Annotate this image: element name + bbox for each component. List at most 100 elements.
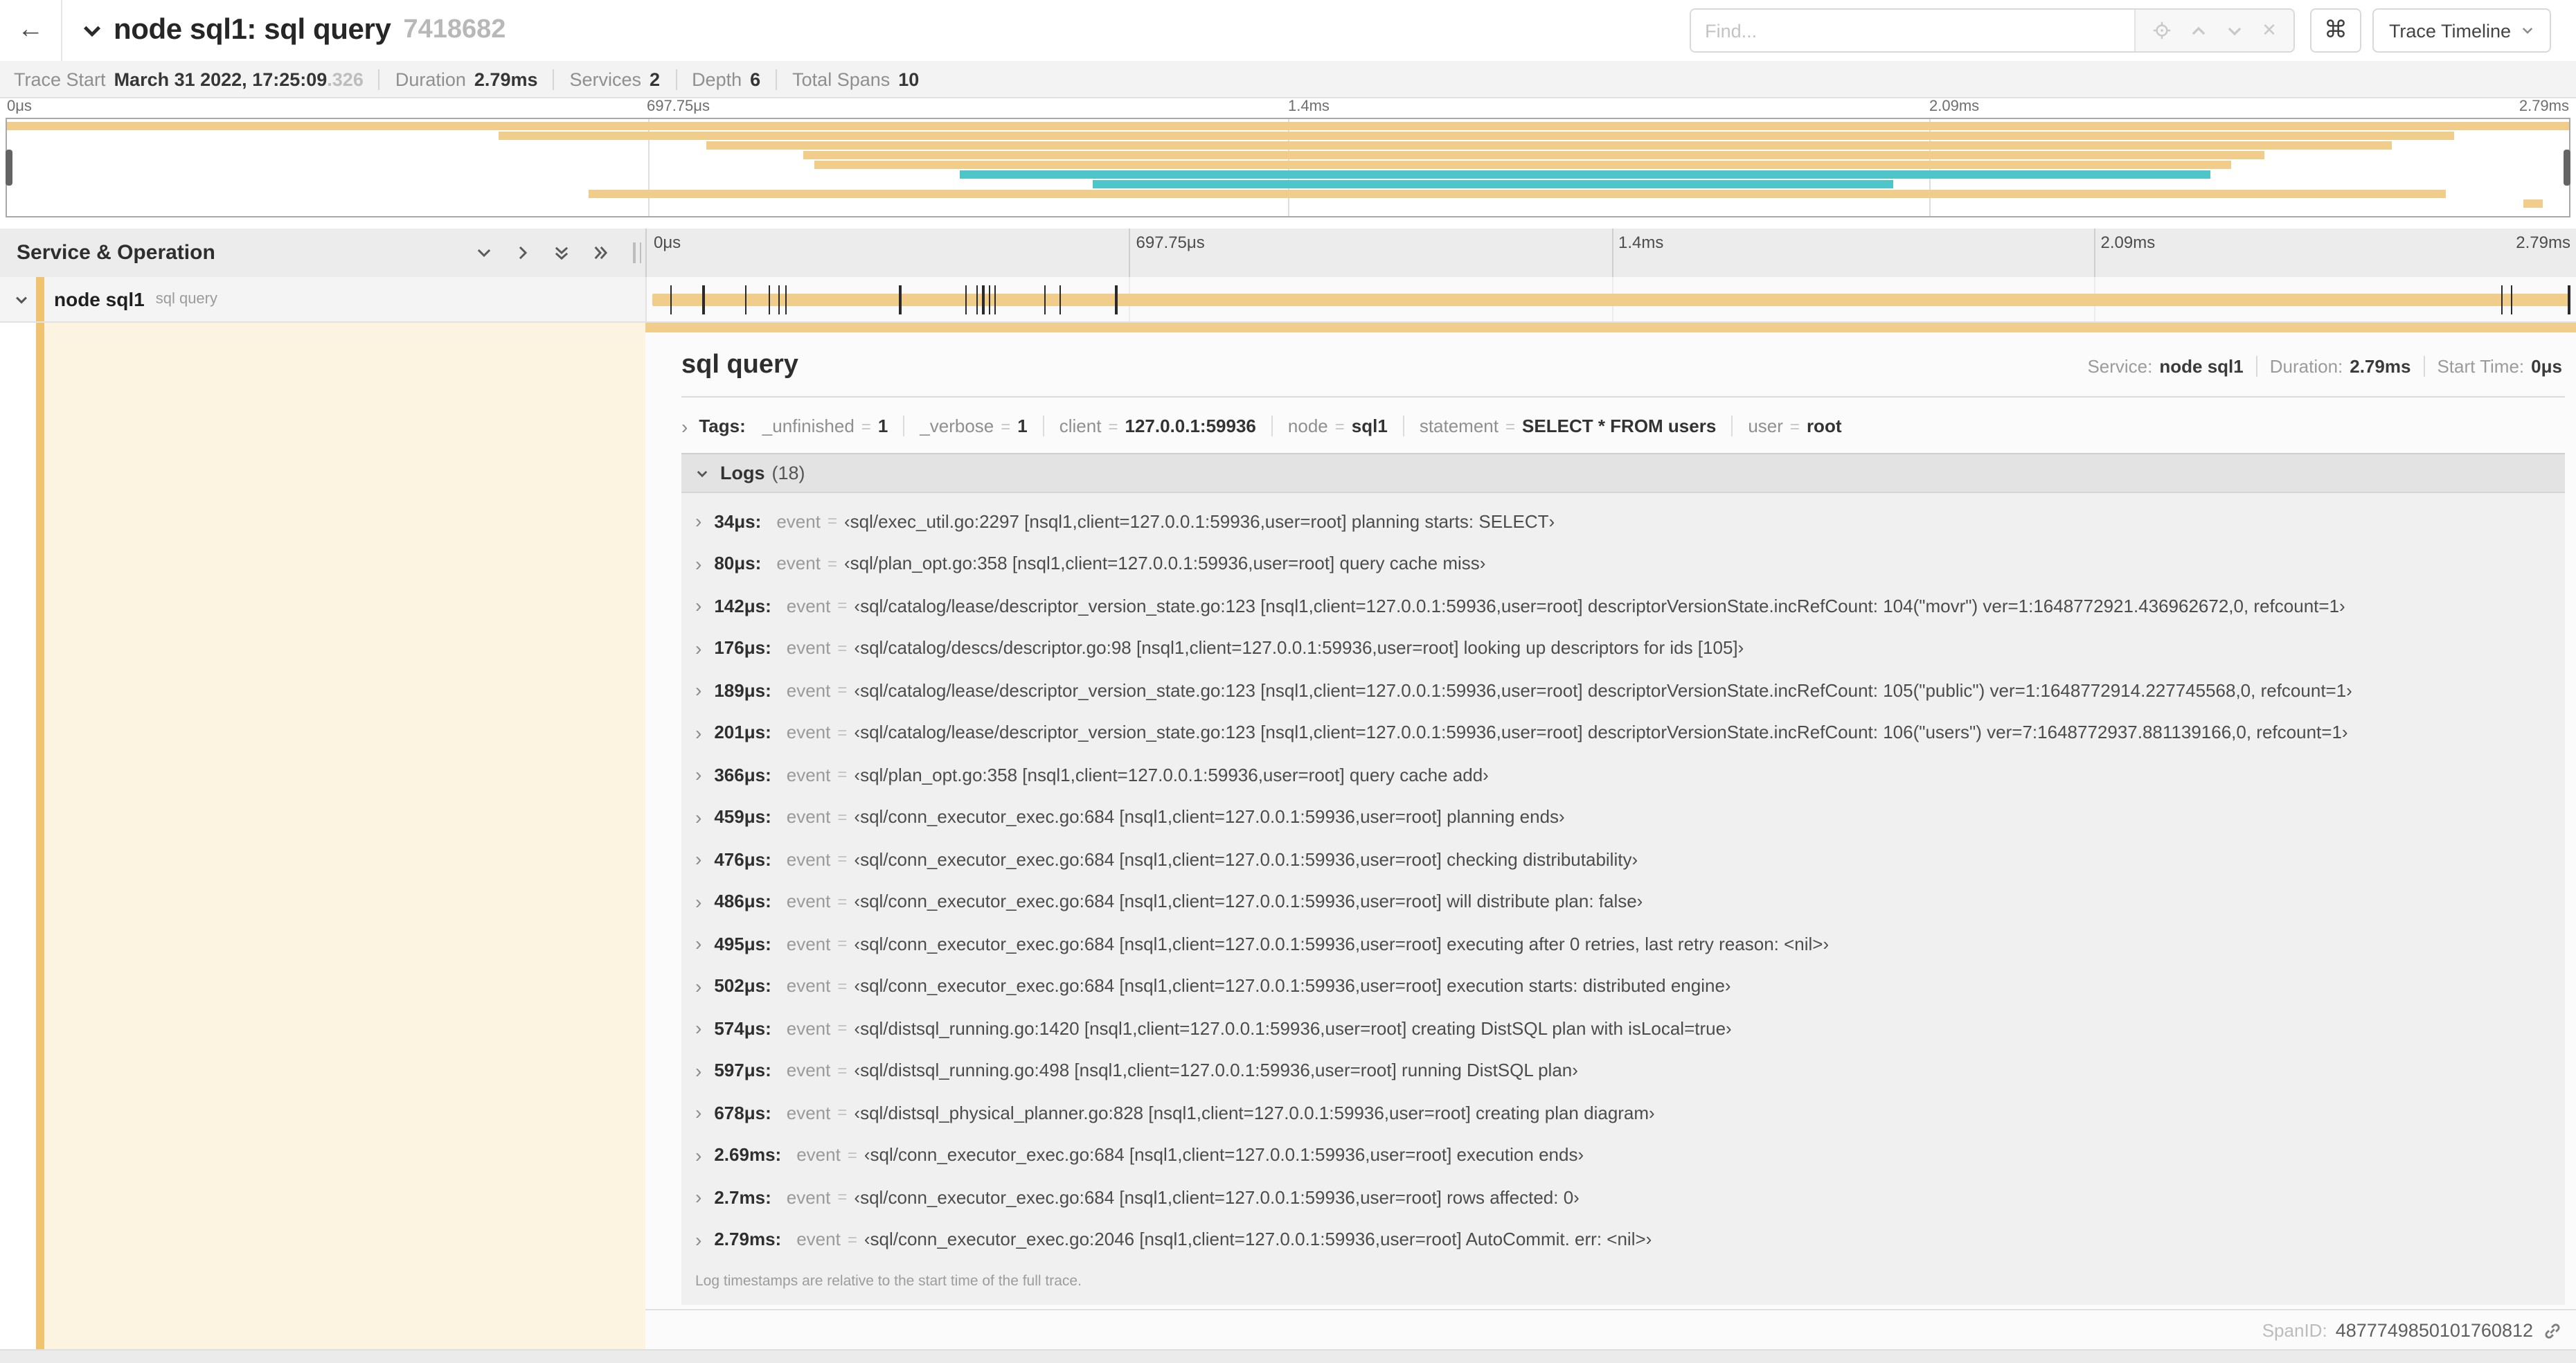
log-entry[interactable]: › 201μs: event = ‹sql/catalog/lease/desc… (681, 711, 2565, 754)
log-marker (1115, 285, 1118, 314)
meta-value: 0μs (2531, 356, 2562, 377)
tag-item: node = sql1 (1271, 416, 1388, 436)
log-marker (1059, 285, 1062, 314)
log-entry[interactable]: › 574μs: event = ‹sql/distsql_running.go… (681, 1007, 2565, 1049)
log-entry[interactable]: › 495μs: event = ‹sql/conn_executor_exec… (681, 923, 2565, 965)
minimap-span-bar (803, 150, 2264, 159)
tags-row[interactable]: › Tags: _unfinished = 1 _verbose = 1 cli… (681, 416, 2565, 436)
log-entry[interactable]: › 502μs: event = ‹sql/conn_executor_exec… (681, 965, 2565, 1007)
log-entry[interactable]: › 476μs: event = ‹sql/conn_executor_exec… (681, 838, 2565, 880)
span-row[interactable]: node sql1 sql query (0, 277, 2576, 323)
log-field-key: event (786, 848, 831, 870)
log-field-value: ‹sql/plan_opt.go:358 [nsql1,client=127.0… (854, 764, 1489, 785)
log-entry[interactable]: › 678μs: event = ‹sql/distsql_physical_p… (681, 1092, 2565, 1134)
meta-item: Service: node sql1 (2087, 356, 2243, 377)
viewport-drag-handle-right[interactable] (2564, 150, 2570, 186)
log-timestamp: 2.7ms: (714, 1186, 771, 1208)
log-entry[interactable]: › 142μs: event = ‹sql/catalog/lease/desc… (681, 585, 2565, 627)
log-marker (702, 285, 705, 314)
minimap-axis: 0μs 697.75μs 1.4ms 2.09ms 2.79ms (6, 98, 2570, 116)
log-marker (745, 285, 747, 314)
locate-icon[interactable] (2152, 21, 2172, 40)
tag-key: client (1059, 416, 1102, 436)
expand-one-icon[interactable] (514, 244, 532, 262)
chevron-down-icon[interactable] (14, 292, 29, 307)
find-buttons: ✕ (2134, 10, 2293, 51)
log-entry[interactable]: › 597μs: event = ‹sql/distsql_running.go… (681, 1049, 2565, 1092)
log-field-value: ‹sql/catalog/descs/descriptor.go:98 [nsq… (854, 637, 1744, 659)
log-entry[interactable]: › 2.69ms: event = ‹sql/conn_executor_exe… (681, 1134, 2565, 1176)
log-timestamp: 2.69ms: (714, 1144, 782, 1166)
span-detail-title: sql query (681, 350, 798, 380)
equals-sign: = (837, 1187, 848, 1207)
equals-sign: = (861, 416, 871, 436)
detail-content: sql query Service: node sql1 Duration: 2… (645, 332, 2576, 1305)
log-field-key: event (786, 1186, 831, 1208)
clear-find-icon[interactable]: ✕ (2262, 19, 2277, 42)
log-timestamp: 189μs: (714, 679, 771, 701)
jaeger-trace-page: ← node sql1: sql query 7418682 Find... ✕… (0, 0, 2576, 1363)
minimap-span-bar (1093, 179, 1893, 188)
log-timestamp: 459μs: (714, 806, 771, 828)
chevron-right-icon: › (695, 1059, 702, 1082)
span-bar-cell[interactable] (647, 277, 2576, 323)
equals-sign: = (837, 807, 848, 827)
back-button[interactable]: ← (0, 0, 62, 61)
tag-key: _verbose (920, 416, 994, 436)
log-entry[interactable]: › 2.79ms: event = ‹sql/conn_executor_exe… (681, 1218, 2565, 1260)
logs-header[interactable]: Logs (18) (681, 453, 2565, 493)
span-duration-bar[interactable] (652, 294, 2570, 306)
log-field-value: ‹sql/distsql_physical_planner.go:828 [ns… (854, 1102, 1655, 1123)
log-entry[interactable]: › 189μs: event = ‹sql/catalog/lease/desc… (681, 669, 2565, 711)
prev-result-icon[interactable] (2190, 21, 2208, 39)
next-result-icon[interactable] (2226, 21, 2244, 39)
log-entry[interactable]: › 80μs: event = ‹sql/plan_opt.go:358 [ns… (681, 542, 2565, 585)
summary-item: Duration 2.79ms (378, 69, 538, 89)
view-selector-button[interactable]: Trace Timeline (2372, 8, 2551, 53)
viewport-drag-handle-left[interactable] (6, 150, 12, 186)
log-entry[interactable]: › 459μs: event = ‹sql/conn_executor_exec… (681, 796, 2565, 838)
log-entry[interactable]: › 366μs: event = ‹sql/plan_opt.go:358 [n… (681, 754, 2565, 796)
log-entry[interactable]: › 34μs: event = ‹sql/exec_util.go:2297 [… (681, 500, 2565, 542)
keyboard-shortcuts-button[interactable]: ⌘ (2309, 8, 2361, 53)
equals-sign: = (847, 1145, 857, 1165)
tag-item: _verbose = 1 (903, 416, 1028, 436)
chevron-right-icon: › (695, 510, 702, 533)
summary-item: Depth 6 (675, 69, 760, 89)
log-field-value: ‹sql/conn_executor_exec.go:2046 [nsql1,c… (864, 1229, 1652, 1250)
tags-label: Tags: (699, 416, 746, 436)
find-input[interactable] (1691, 10, 2135, 51)
tag-key: node (1287, 416, 1328, 436)
equals-sign: = (837, 891, 848, 911)
logs-count: (18) (771, 463, 805, 483)
tag-key: _unfinished (762, 416, 855, 436)
log-marker (994, 285, 996, 314)
link-icon[interactable] (2543, 1321, 2562, 1340)
chevron-right-icon: › (695, 805, 702, 828)
log-marker (778, 285, 780, 314)
expand-all-icon[interactable] (591, 244, 609, 262)
span-name-cell[interactable]: node sql1 sql query (0, 277, 647, 323)
log-marker (1044, 285, 1046, 314)
minimap-spans (7, 121, 2569, 215)
minimap-span-row (7, 179, 2569, 188)
collapse-one-icon[interactable] (475, 244, 493, 262)
command-icon: ⌘ (2323, 17, 2347, 43)
column-resize-grip[interactable] (633, 242, 641, 263)
equals-sign: = (827, 511, 837, 531)
log-field-value: ‹sql/distsql_running.go:498 [nsql1,clien… (854, 1060, 1578, 1081)
log-entry[interactable]: › 176μs: event = ‹sql/catalog/descs/desc… (681, 627, 2565, 669)
log-timestamp: 80μs: (714, 553, 762, 574)
log-field-value: ‹sql/catalog/lease/descriptor_version_st… (854, 595, 2345, 616)
log-timestamp: 678μs: (714, 1102, 771, 1123)
trace-minimap[interactable] (6, 118, 2570, 217)
log-entry[interactable]: › 486μs: event = ‹sql/conn_executor_exec… (681, 880, 2565, 923)
chevron-right-icon: › (695, 1143, 702, 1166)
collapse-all-icon[interactable] (553, 244, 571, 262)
gridline (2093, 229, 2095, 277)
minimap-span-row (7, 198, 2569, 208)
log-entry[interactable]: › 2.7ms: event = ‹sql/conn_executor_exec… (681, 1176, 2565, 1218)
collapse-trace-button[interactable] (82, 20, 102, 41)
tag-key: user (1748, 416, 1783, 436)
chevron-right-icon: › (695, 974, 702, 997)
